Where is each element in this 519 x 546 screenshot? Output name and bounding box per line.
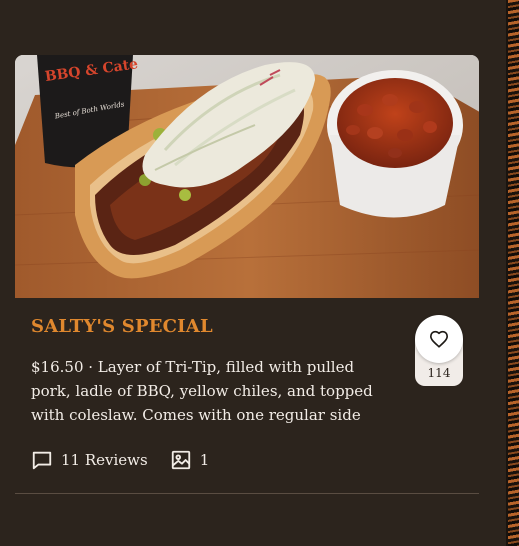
heart-icon: [430, 330, 448, 348]
like-widget: 114: [415, 315, 463, 386]
reviews-link[interactable]: 11 Reviews: [31, 449, 148, 471]
sandwich-photo-illustration: BBQ & Cate Best of Both Worlds: [15, 55, 479, 298]
menu-item-description: $16.50 · Layer of Tri-Tip, filled with p…: [31, 358, 373, 424]
card-divider: [15, 493, 479, 494]
decorative-edge-pattern: [508, 0, 519, 546]
menu-item-meta: 11 Reviews 1: [31, 448, 209, 472]
menu-item-title[interactable]: SALTY'S SPECIAL: [31, 316, 213, 337]
photos-link[interactable]: 1: [170, 449, 210, 471]
photos-count-label: 1: [199, 451, 210, 469]
chat-bubble-icon: [32, 451, 52, 470]
menu-item-title-wrap[interactable]: SALTY'S SPECIAL: [15, 316, 395, 340]
menu-item-card[interactable]: BBQ & Cate Best of Both Worlds: [15, 55, 479, 298]
like-button[interactable]: [415, 315, 463, 363]
reviews-count-label: 11 Reviews: [61, 451, 148, 469]
menu-item-photo[interactable]: BBQ & Cate Best of Both Worlds: [15, 55, 479, 298]
image-icon: [171, 450, 190, 470]
like-count: 114: [427, 366, 451, 380]
